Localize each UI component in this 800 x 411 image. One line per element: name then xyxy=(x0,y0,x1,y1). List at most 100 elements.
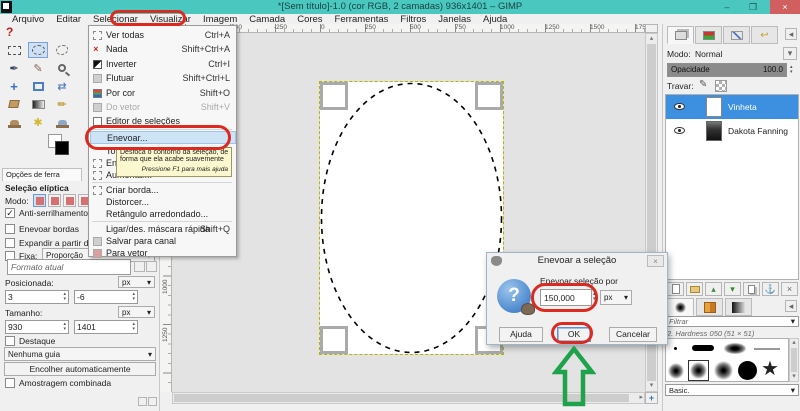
brush-item-soft-small[interactable] xyxy=(668,363,684,379)
panel-footer-button[interactable] xyxy=(148,397,157,406)
feather-checkbox[interactable] xyxy=(5,224,15,234)
tab-channels[interactable] xyxy=(695,26,722,44)
tab-paths[interactable] xyxy=(723,26,750,44)
aspect-ratio-input[interactable]: Formato atual xyxy=(7,259,131,275)
flip-tool[interactable]: ⇄ xyxy=(52,78,72,94)
dock-menu-button[interactable]: ◂ xyxy=(785,28,797,40)
brush-item-star[interactable]: ★ xyxy=(761,358,779,380)
scale-tool[interactable] xyxy=(28,78,48,94)
close-button[interactable]: × xyxy=(770,0,800,14)
menu-item-por-cor[interactable]: Por cor Shift+O xyxy=(90,87,236,100)
foreground-color-swatch[interactable] xyxy=(55,141,69,155)
menu-item-nada[interactable]: × Nada Shift+Ctrl+A xyxy=(90,43,236,56)
mode-replace-button[interactable] xyxy=(33,194,46,207)
title-bar[interactable]: *[Sem título]-1.0 (cor RGB, 2 camadas) 9… xyxy=(0,0,800,14)
brush-item-hardness-050-selected[interactable] xyxy=(688,360,709,381)
selection-handle-top-right[interactable] xyxy=(475,82,503,110)
menu-item-enevoar[interactable]: Enevoar... xyxy=(90,131,236,144)
layer-row-dakota-fanning[interactable]: Dakota Fanning xyxy=(666,119,798,143)
paintbrush-tool[interactable]: ✎ xyxy=(28,60,48,76)
menu-arquivo[interactable]: Arquivo xyxy=(6,14,50,25)
size-unit-dropdown[interactable]: px ▾ xyxy=(118,306,155,318)
tab-patterns[interactable] xyxy=(696,298,723,316)
visibility-eye-icon[interactable] xyxy=(674,103,685,110)
selection-handle-top-left[interactable] xyxy=(320,82,348,110)
layer-mode-value[interactable]: Normal xyxy=(695,49,722,59)
navigation-cross-button[interactable]: + xyxy=(645,392,658,404)
highlight-checkbox[interactable] xyxy=(5,336,15,346)
spinner-arrows[interactable]: ▴ ▾ xyxy=(132,292,135,302)
panel-footer-button[interactable] xyxy=(138,397,147,406)
brush-item-dot[interactable] xyxy=(674,347,677,350)
expand-checkbox[interactable] xyxy=(5,238,15,248)
menu-editar[interactable]: Editar xyxy=(50,14,87,25)
opacity-spinner[interactable]: ▴ ▾ xyxy=(790,65,793,75)
cancel-button[interactable]: Cancelar xyxy=(609,327,657,342)
spinner-arrows[interactable]: ▴ ▾ xyxy=(63,322,66,332)
landscape-orientation-button[interactable] xyxy=(146,261,157,272)
position-x-spinner[interactable]: 3 ▴ ▾ xyxy=(5,290,69,304)
new-layer-button[interactable] xyxy=(667,282,684,296)
delete-layer-button[interactable]: × xyxy=(781,282,798,296)
scroll-up-arrow[interactable]: ▴ xyxy=(790,339,798,347)
ellipse-select-tool[interactable] xyxy=(28,42,48,58)
dialog-close-button[interactable]: × xyxy=(647,255,664,267)
spinner-arrows[interactable]: ▴ ▾ xyxy=(593,292,596,302)
sample-merged-checkbox[interactable] xyxy=(5,378,15,388)
move-tool[interactable]: + xyxy=(4,78,24,94)
size-width-spinner[interactable]: 930 ▴ ▾ xyxy=(5,320,69,334)
scroll-down-arrow[interactable]: ▾ xyxy=(790,373,798,381)
menu-item-inverter[interactable]: Inverter Ctrl+I xyxy=(90,58,236,71)
bucket-fill-tool[interactable] xyxy=(4,96,24,112)
clone-tool[interactable] xyxy=(4,114,24,130)
menu-item-do-vetor[interactable]: Do vetor Shift+V xyxy=(90,101,236,114)
portrait-orientation-button[interactable] xyxy=(134,261,145,272)
tool-options-tab[interactable]: Opções de ferra xyxy=(2,168,82,181)
lock-alpha-icon[interactable] xyxy=(715,80,727,92)
perspective-clone-tool[interactable] xyxy=(52,114,72,130)
zoom-tool[interactable] xyxy=(52,60,72,76)
image-layer[interactable] xyxy=(319,81,504,355)
auto-shrink-button[interactable]: Encolher automaticamente xyxy=(4,362,156,376)
menu-item-flutuar[interactable]: Flutuar Shift+Ctrl+L xyxy=(90,72,236,85)
size-height-spinner[interactable]: 1401 ▴ ▾ xyxy=(74,320,138,334)
menu-selecionar[interactable]: Selecionar xyxy=(87,14,144,25)
horizontal-ruler[interactable]: -500 -250 0 250 500 750 1000 1250 1500 1… xyxy=(172,24,649,33)
brush-grid-scrollbar[interactable]: ▴ ▾ xyxy=(789,338,799,382)
help-button[interactable]: Ajuda xyxy=(499,327,543,342)
position-y-spinner[interactable]: -6 ▴ ▾ xyxy=(74,290,138,304)
menu-item-para-vetor[interactable]: Para vetor xyxy=(90,247,236,260)
brush-filter-input[interactable]: Filtrar ▾ xyxy=(665,316,799,327)
ruler-corner-button[interactable] xyxy=(645,24,658,33)
opacity-slider[interactable]: Opacidade 100.0 xyxy=(667,63,787,77)
tab-gradients[interactable] xyxy=(725,298,752,316)
layer-name[interactable]: Dakota Fanning xyxy=(728,126,788,136)
brush-scroll-thumb[interactable] xyxy=(791,348,797,372)
pencil-tool[interactable]: ✏ xyxy=(52,96,72,112)
layer-name[interactable]: Vinheta xyxy=(728,102,757,112)
tool-icon-unknown[interactable]: ? xyxy=(6,25,20,39)
mode-subtract-button[interactable] xyxy=(63,194,76,207)
visibility-eye-icon[interactable] xyxy=(674,127,685,134)
spinner-arrows[interactable]: ▴ ▾ xyxy=(132,322,135,332)
tab-undo-history[interactable]: ↩ xyxy=(751,26,778,44)
menu-item-retangulo-arredondado[interactable]: Retângulo arredondado... xyxy=(90,208,236,221)
raise-layer-button[interactable]: ▴ xyxy=(705,282,722,296)
ok-button[interactable]: OK xyxy=(557,327,591,342)
antialias-checkbox[interactable]: ✓ xyxy=(5,208,15,218)
brush-item-line[interactable] xyxy=(754,348,780,350)
scroll-right-arrow[interactable]: ▸ xyxy=(639,394,643,402)
selection-handle-bottom-left[interactable] xyxy=(320,326,348,354)
lock-pixels-icon[interactable]: ✎ xyxy=(699,79,707,90)
smudge-tool[interactable]: ✱ xyxy=(28,114,48,130)
guide-dropdown[interactable]: Nenhuma guia ▾ xyxy=(4,347,156,361)
brush-item-hard-circle[interactable] xyxy=(738,361,757,380)
layer-mode-dropdown-button[interactable]: ▾ xyxy=(783,47,797,60)
minimize-button[interactable]: – xyxy=(716,0,738,14)
brush-item-soft-medium[interactable] xyxy=(714,361,733,380)
spinner-arrows[interactable]: ▴ ▾ xyxy=(63,292,66,302)
brush-tag-dropdown[interactable]: Basic. ▾ xyxy=(665,384,799,396)
paths-tool[interactable]: ✒ xyxy=(4,60,24,76)
tab-layers[interactable] xyxy=(667,26,694,44)
scroll-down-arrow[interactable]: ▾ xyxy=(646,382,657,390)
